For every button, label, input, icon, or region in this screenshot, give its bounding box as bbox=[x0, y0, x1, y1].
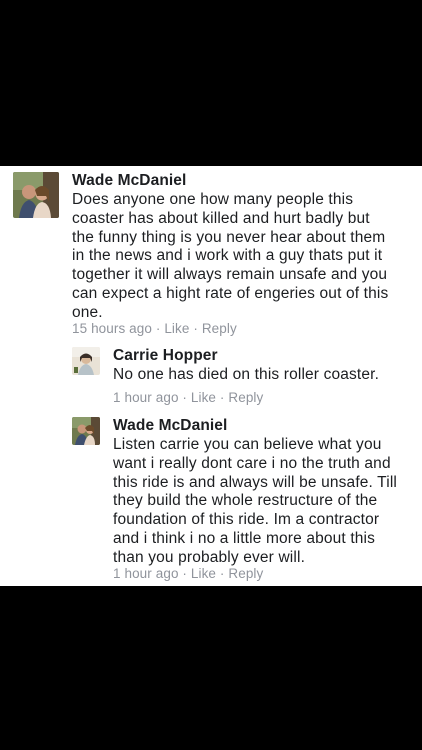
comment-text-line: together it will always remain unsafe an… bbox=[72, 266, 388, 284]
like-link[interactable]: Like bbox=[191, 390, 216, 405]
avatar-wade[interactable] bbox=[72, 417, 100, 445]
comment-text: Does anyone one how many people this coa… bbox=[72, 191, 388, 323]
comment-text: No one has died on this roller coaster. bbox=[113, 366, 379, 385]
comments-panel: Wade McDaniel Does anyone one how many p… bbox=[0, 166, 422, 586]
meta-separator: · bbox=[178, 566, 191, 581]
comment-timestamp[interactable]: 15 hours ago bbox=[72, 321, 152, 336]
comment-text-line: foundation of this ride. Im a contractor bbox=[113, 511, 380, 529]
comment-author[interactable]: Wade McDaniel bbox=[72, 172, 186, 190]
comment-text-line: want i really dont care i no the truth a… bbox=[113, 454, 391, 472]
meta-separator: · bbox=[178, 390, 191, 405]
comment-author[interactable]: Carrie Hopper bbox=[113, 347, 218, 365]
comment-timestamp[interactable]: 1 hour ago bbox=[113, 566, 179, 581]
comment-text-line: in the news and i work with a guy thats … bbox=[72, 247, 383, 265]
meta-separator: · bbox=[216, 390, 229, 405]
comment-meta: 1 hour ago · Like · Reply bbox=[113, 390, 263, 405]
comment-text-line: this ride is and always will be unsafe. … bbox=[113, 473, 398, 491]
comment-text-line: than you probably ever will. bbox=[113, 548, 306, 566]
comment-timestamp[interactable]: 1 hour ago bbox=[113, 390, 179, 405]
meta-separator: · bbox=[152, 321, 165, 336]
reply-link[interactable]: Reply bbox=[202, 321, 237, 336]
comment-meta: 1 hour ago · Like · Reply bbox=[113, 566, 263, 581]
like-link[interactable]: Like bbox=[191, 566, 216, 581]
reply-link[interactable]: Reply bbox=[228, 390, 263, 405]
meta-separator: · bbox=[189, 321, 202, 336]
meta-separator: · bbox=[216, 566, 229, 581]
reply-link[interactable]: Reply bbox=[228, 566, 263, 581]
comment-text-line: Does anyone one how many people this bbox=[72, 191, 354, 208]
comment-text: Listen carrie you can believe what you w… bbox=[113, 436, 397, 568]
avatar-carrie[interactable] bbox=[72, 347, 100, 375]
comment-text-line: one. bbox=[72, 303, 103, 321]
comment-text-line: they build the whole restructure of the bbox=[113, 492, 378, 510]
comment-text-line: No one has died on this roller coaster. bbox=[113, 366, 380, 383]
comment-text-line: can expect a hight rate of engeries out … bbox=[72, 284, 389, 302]
avatar-wade[interactable] bbox=[13, 172, 59, 218]
comment-text-line: coaster has about killed and hurt badly … bbox=[72, 209, 370, 227]
comment-meta: 15 hours ago · Like · Reply bbox=[72, 321, 237, 336]
comment-author[interactable]: Wade McDaniel bbox=[113, 417, 227, 435]
comment-text-line: and i think i no a little more about thi… bbox=[113, 529, 376, 547]
comment-text-line: the funny thing is you never hear about … bbox=[72, 228, 386, 246]
comment-text-line: Listen carrie you can believe what you bbox=[113, 436, 382, 453]
like-link[interactable]: Like bbox=[164, 321, 189, 336]
